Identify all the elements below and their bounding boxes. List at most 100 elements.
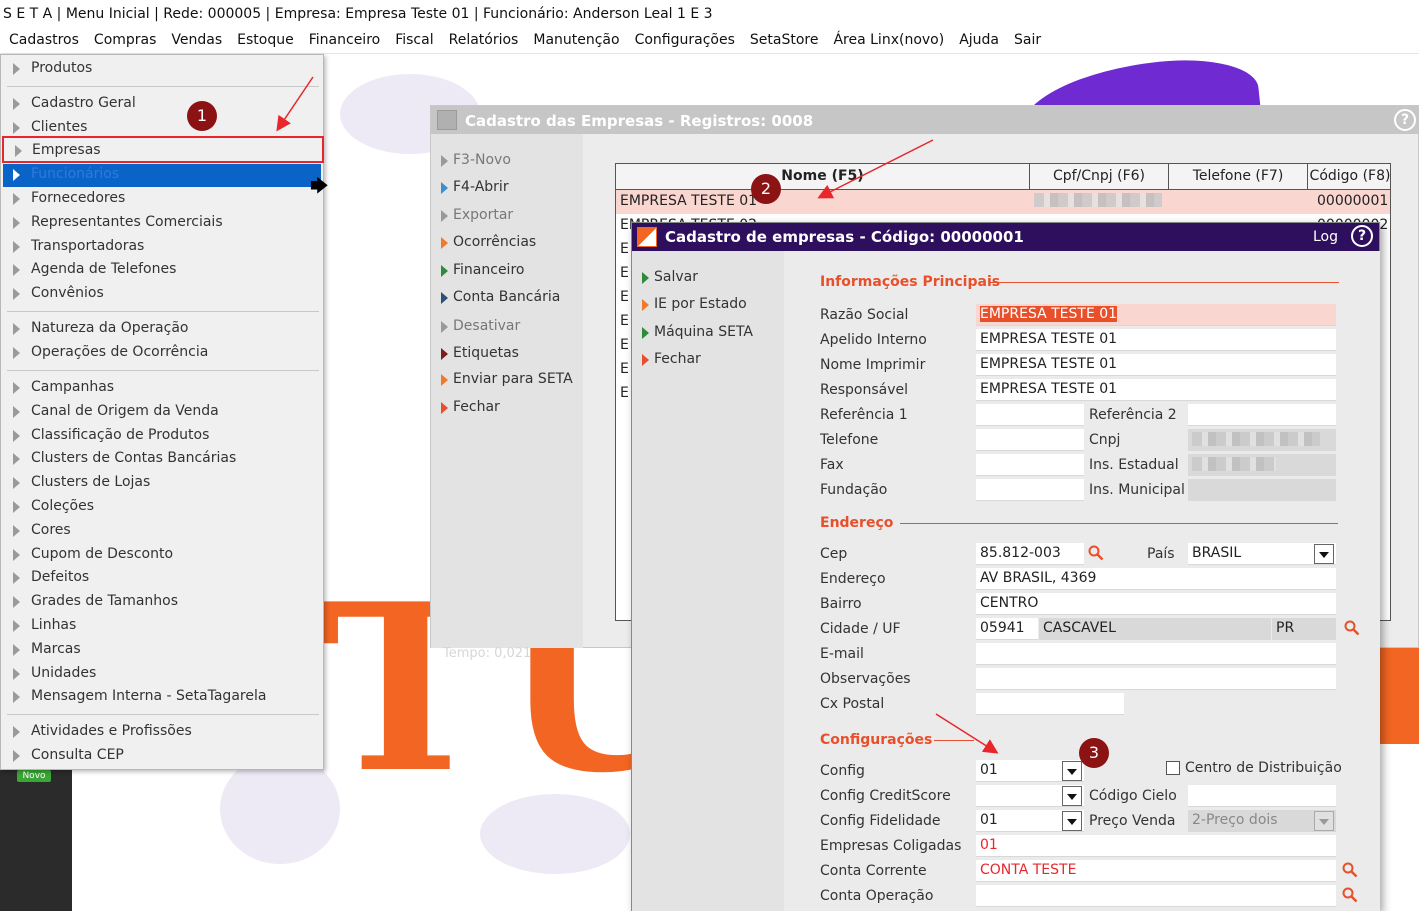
menu-estoque[interactable]: Estoque <box>228 30 300 48</box>
table-row[interactable]: EMPRESA TESTE 01 00000001 <box>616 190 1390 214</box>
action-conta-bancaria[interactable]: Conta Bancária <box>441 289 560 305</box>
menu-item-colecoes[interactable]: Coleções <box>3 496 321 519</box>
cx-postal-field[interactable] <box>976 693 1124 715</box>
menu-setastore[interactable]: SetaStore <box>741 30 825 48</box>
menu-item-marcas[interactable]: Marcas <box>3 639 321 662</box>
menu-item-campanhas[interactable]: Campanhas <box>3 377 321 400</box>
responsavel-field[interactable]: EMPRESA TESTE 01 <box>976 379 1336 401</box>
razao-social-field[interactable]: EMPRESA TESTE 01 <box>976 304 1336 326</box>
menu-item-transportadoras[interactable]: Transportadoras <box>3 236 321 259</box>
submenu-arrow-icon <box>13 217 20 229</box>
menu-item-operacoes-ocorrencia[interactable]: Operações de Ocorrência <box>3 342 321 365</box>
menu-relatorios[interactable]: Relatórios <box>440 30 525 48</box>
observacoes-field[interactable] <box>976 668 1336 690</box>
action-ie-por-estado[interactable]: IE por Estado <box>642 296 747 312</box>
menu-compras[interactable]: Compras <box>85 30 163 48</box>
centro-distribuicao-checkbox[interactable] <box>1166 761 1180 775</box>
search-cidade-icon[interactable] <box>1344 620 1360 636</box>
menu-item-cupom[interactable]: Cupom de Desconto <box>3 544 321 567</box>
menu-item-cores[interactable]: Cores <box>3 520 321 543</box>
action-fechar[interactable]: Fechar <box>642 351 701 367</box>
codigo-cielo-field[interactable] <box>1188 785 1336 807</box>
menu-configuracoes[interactable]: Configurações <box>626 30 741 48</box>
col-telefone[interactable]: Telefone (F7) <box>1169 164 1308 190</box>
bairro-field[interactable]: CENTRO <box>976 593 1336 615</box>
menu-fiscal[interactable]: Fiscal <box>386 30 439 48</box>
menu-item-fornecedores[interactable]: Fornecedores <box>3 188 321 211</box>
action-fechar[interactable]: Fechar <box>441 399 500 415</box>
menu-item-natureza-operacao[interactable]: Natureza da Operação <box>3 318 321 341</box>
menu-financeiro[interactable]: Financeiro <box>300 30 386 48</box>
action-ocorrencias[interactable]: Ocorrências <box>441 234 536 250</box>
action-financeiro[interactable]: Financeiro <box>441 262 524 278</box>
uf-field[interactable]: PR <box>1272 618 1336 640</box>
menu-item-classificacao[interactable]: Classificação de Produtos <box>3 425 321 448</box>
menu-area-linx[interactable]: Área Linx(novo) <box>824 30 950 48</box>
menu-item-mensagem-interna[interactable]: Mensagem Interna - SetaTagarela <box>3 686 321 709</box>
empresas-coligadas-field[interactable]: 01 <box>976 835 1336 857</box>
menu-item-cadastro-geral[interactable]: Cadastro Geral <box>3 93 321 116</box>
cnpj-field-blurred[interactable] <box>1188 429 1336 451</box>
action-salvar[interactable]: Salvar <box>642 269 698 285</box>
search-conta-operacao-icon[interactable] <box>1342 887 1358 903</box>
menu-item-representantes[interactable]: Representantes Comerciais <box>3 212 321 235</box>
menu-item-empresas[interactable]: Empresas <box>2 136 324 163</box>
menu-item-consulta-cep[interactable]: Consulta CEP <box>3 745 321 768</box>
action-enviar-seta[interactable]: Enviar para SETA <box>441 371 573 387</box>
fidelidade-dropdown-icon[interactable] <box>1062 811 1082 831</box>
menu-item-atividades[interactable]: Atividades e Profissões <box>3 721 321 744</box>
action-maquina-seta[interactable]: Máquina SETA <box>642 324 753 340</box>
fundacao-field[interactable] <box>976 479 1084 501</box>
pais-dropdown-icon[interactable] <box>1314 544 1334 564</box>
email-field[interactable] <box>976 643 1336 665</box>
apelido-interno-field[interactable]: EMPRESA TESTE 01 <box>976 329 1336 351</box>
log-button[interactable]: Log <box>1313 229 1338 245</box>
creditscore-dropdown-icon[interactable] <box>1062 786 1082 806</box>
endereco-field[interactable]: AV BRASIL, 4369 <box>976 568 1336 590</box>
config-dropdown-icon[interactable] <box>1062 761 1082 781</box>
menu-item-grades[interactable]: Grades de Tamanhos <box>3 591 321 614</box>
menu-item-linhas[interactable]: Linhas <box>3 615 321 638</box>
referencia-1-field[interactable] <box>976 404 1084 426</box>
menu-item-defeitos[interactable]: Defeitos <box>3 567 321 590</box>
conta-operacao-field[interactable] <box>976 885 1336 907</box>
menu-item-funcionarios[interactable]: Funcionários <box>3 164 321 187</box>
menu-item-produtos[interactable]: Produtos <box>3 58 321 81</box>
action-abrir[interactable]: F4-Abrir <box>441 179 509 195</box>
menu-manutencao[interactable]: Manutenção <box>524 30 625 48</box>
nome-imprimir-field[interactable]: EMPRESA TESTE 01 <box>976 354 1336 376</box>
action-desativar[interactable]: Desativar <box>441 318 520 334</box>
ins-municipal-field[interactable] <box>1188 479 1336 501</box>
action-etiquetas[interactable]: Etiquetas <box>441 345 519 361</box>
fax-field[interactable] <box>976 454 1084 476</box>
menu-item-convenios[interactable]: Convênios <box>3 283 321 306</box>
action-exportar[interactable]: Exportar <box>441 207 513 223</box>
submenu-arrow-icon <box>13 430 20 442</box>
label-endereco: Endereço <box>820 571 886 587</box>
search-conta-corrente-icon[interactable] <box>1342 862 1358 878</box>
menu-cadastros[interactable]: Cadastros <box>0 30 85 48</box>
menu-item-clusters-contas[interactable]: Clusters de Contas Bancárias <box>3 448 321 471</box>
menu-vendas[interactable]: Vendas <box>162 30 228 48</box>
referencia-2-field[interactable] <box>1188 404 1336 426</box>
search-cep-icon[interactable] <box>1088 545 1104 561</box>
col-nome[interactable]: Nome (F5) <box>616 164 1030 190</box>
action-novo[interactable]: F3-Novo <box>441 152 511 168</box>
col-cpf-cnpj[interactable]: Cpf/Cnpj (F6) <box>1030 164 1169 190</box>
cidade-field[interactable]: CASCAVEL <box>1039 618 1271 640</box>
menu-item-agenda[interactable]: Agenda de Telefones <box>3 259 321 282</box>
menu-sair[interactable]: Sair <box>1005 30 1047 48</box>
menu-item-canal-origem[interactable]: Canal de Origem da Venda <box>3 401 321 424</box>
menu-item-unidades[interactable]: Unidades <box>3 663 321 686</box>
help-icon[interactable]: ? <box>1394 109 1416 131</box>
telefone-field[interactable] <box>976 429 1084 451</box>
col-codigo[interactable]: Código (F8) <box>1308 164 1390 190</box>
menu-item-clusters-lojas[interactable]: Clusters de Lojas <box>3 472 321 495</box>
conta-corrente-field[interactable]: CONTA TESTE <box>976 860 1336 882</box>
menu-ajuda[interactable]: Ajuda <box>950 30 1005 48</box>
help-icon[interactable]: ? <box>1351 225 1373 247</box>
preco-venda-dropdown-icon[interactable] <box>1314 811 1334 831</box>
cidade-codigo-field[interactable]: 05941 <box>976 618 1038 640</box>
cep-field[interactable]: 85.812-003 <box>976 543 1084 565</box>
ins-estadual-field-blurred[interactable] <box>1188 454 1336 476</box>
